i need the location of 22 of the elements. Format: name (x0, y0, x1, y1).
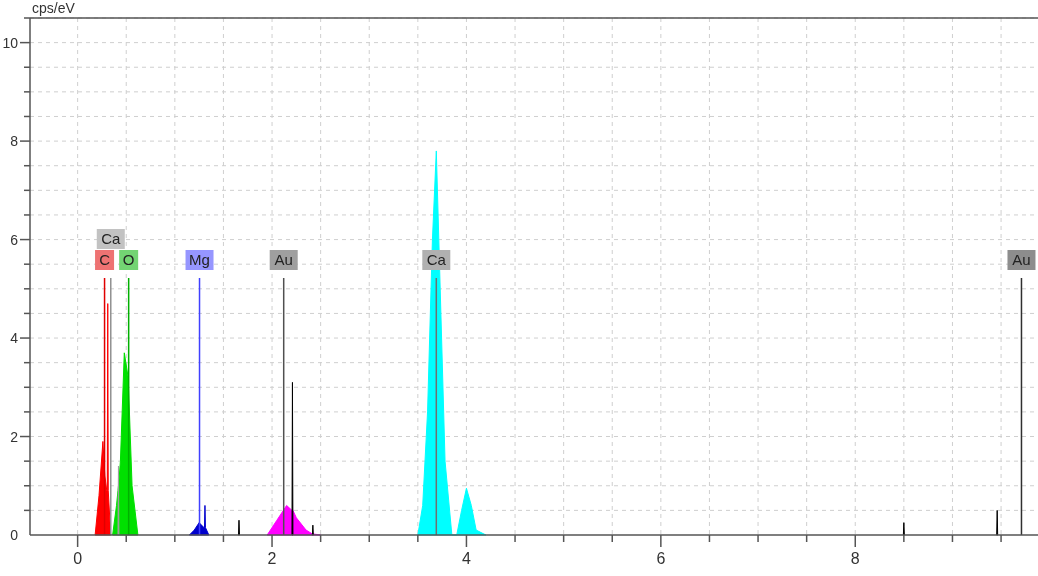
axis-tick-label: 2 (10, 428, 18, 445)
axis-tick-label: 0 (73, 550, 83, 567)
axis-tick-label: 6 (10, 231, 18, 248)
element-label: C (95, 250, 115, 270)
element-label: Ca (422, 250, 451, 270)
axis-tick-label: 2 (267, 550, 277, 567)
axis-title: cps/eV (32, 0, 75, 16)
element-label: O (119, 250, 139, 270)
element-label: Ca (96, 229, 125, 249)
axis-tick-label: 10 (2, 34, 18, 51)
axis-tick-label: 4 (10, 330, 18, 347)
axis-tick-label: 8 (850, 550, 860, 567)
axis-tick-label: 6 (656, 550, 666, 567)
element-label: Au (269, 250, 298, 270)
axis-tick-label: 4 (462, 550, 471, 567)
axis-tick-label: 0 (10, 527, 18, 543)
ref-line-label: Au (1012, 251, 1031, 268)
element-label: Mg (185, 250, 214, 270)
ref-line-label: Au (274, 251, 293, 268)
element-label: Au (1007, 250, 1036, 270)
ref-line-label: Ca (101, 230, 122, 247)
axis-tick-label: 8 (10, 133, 18, 150)
